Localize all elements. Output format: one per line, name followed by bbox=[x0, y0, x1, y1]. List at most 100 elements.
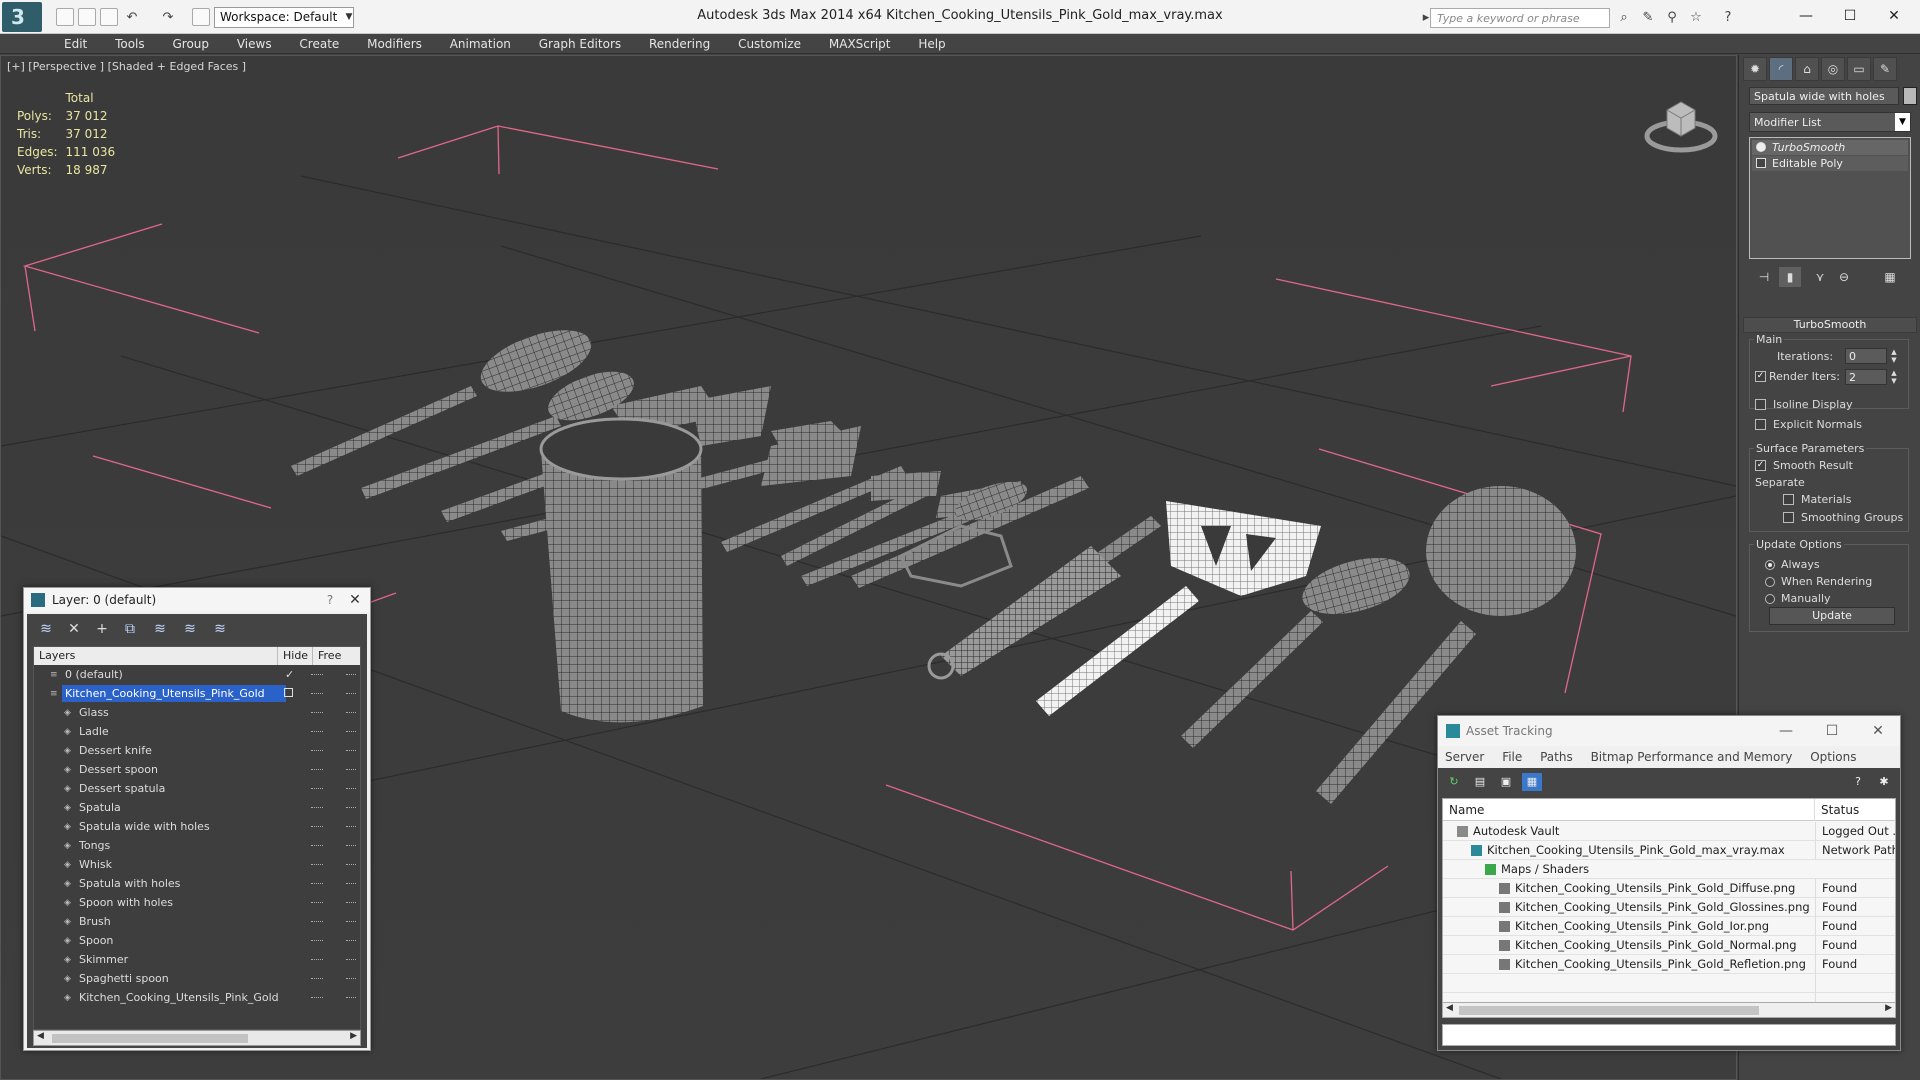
menu-tools[interactable]: Tools bbox=[103, 34, 157, 54]
layer-row[interactable]: ◈ Dessert spoon bbox=[34, 760, 360, 779]
add-to-layer-icon[interactable]: + bbox=[91, 619, 113, 639]
workspace-dropdown[interactable]: Workspace: Default bbox=[214, 7, 354, 28]
explicit-normals-checkbox[interactable] bbox=[1755, 419, 1766, 430]
hide-toggle[interactable] bbox=[311, 769, 323, 770]
save-file-icon[interactable] bbox=[100, 8, 118, 26]
layer-row-name[interactable]: Spatula wide with holes bbox=[76, 818, 213, 835]
when-rendering-radio[interactable] bbox=[1765, 577, 1775, 587]
asset-row[interactable]: Autodesk Vault Logged Out ... bbox=[1443, 822, 1895, 841]
select-in-layer-icon[interactable]: ⧉ bbox=[119, 619, 141, 639]
iterations-spinner[interactable]: 0 bbox=[1845, 348, 1887, 364]
hide-toggle[interactable] bbox=[311, 826, 323, 827]
layer-row-name[interactable]: Dessert spatula bbox=[76, 780, 168, 797]
hide-toggle[interactable] bbox=[311, 788, 323, 789]
pin-stack-icon[interactable]: ⊣ bbox=[1753, 267, 1775, 287]
close-icon[interactable]: ✕ bbox=[1874, 4, 1914, 28]
layer-row-name[interactable]: Kitchen_Cooking_Utensils_Pink_Gold bbox=[62, 685, 286, 702]
chevron-down-icon[interactable]: ▼ bbox=[1895, 113, 1910, 131]
hide-toggle[interactable] bbox=[311, 997, 323, 998]
communication-center-icon[interactable]: ✎ bbox=[1640, 10, 1656, 26]
motion-tab-icon[interactable]: ◎ bbox=[1821, 57, 1845, 81]
freeze-toggle[interactable] bbox=[346, 769, 356, 770]
always-radio[interactable] bbox=[1765, 560, 1775, 570]
smoothing-groups-checkbox[interactable] bbox=[1783, 512, 1794, 523]
search-input[interactable]: Type a keyword or phrase bbox=[1430, 8, 1610, 28]
asset-path-field[interactable] bbox=[1442, 1024, 1896, 1046]
menu-animation[interactable]: Animation bbox=[438, 34, 523, 54]
stack-item-editable-poly[interactable]: Editable Poly bbox=[1752, 156, 1908, 171]
menu-rendering[interactable]: Rendering bbox=[637, 34, 722, 54]
menu-group[interactable]: Group bbox=[160, 34, 221, 54]
layer-row-name[interactable]: Spatula bbox=[76, 799, 124, 816]
scroll-right-icon[interactable]: ▶ bbox=[1885, 1003, 1892, 1013]
layer-row-name[interactable]: Dessert spoon bbox=[76, 761, 161, 778]
freeze-toggle[interactable] bbox=[346, 997, 356, 998]
menu-graph-editors[interactable]: Graph Editors bbox=[527, 34, 633, 54]
layer-row[interactable]: ≡ 0 (default) ✓ bbox=[34, 665, 360, 684]
hide-toggle[interactable] bbox=[311, 807, 323, 808]
thumbnail-view-icon[interactable]: ▣ bbox=[1496, 773, 1516, 791]
menu-paths[interactable]: Paths bbox=[1533, 746, 1580, 768]
hierarchy-tab-icon[interactable]: ⌂ bbox=[1795, 57, 1819, 81]
menu-server[interactable]: Server bbox=[1438, 746, 1491, 768]
maximize-icon[interactable]: ☐ bbox=[1810, 716, 1854, 746]
hide-toggle[interactable] bbox=[311, 731, 323, 732]
layer-row[interactable]: ◈ Dessert knife bbox=[34, 741, 360, 760]
show-end-result-icon[interactable]: ▮ bbox=[1779, 267, 1801, 287]
freeze-toggle[interactable] bbox=[346, 807, 356, 808]
highlight-selected-icon[interactable]: ≋ bbox=[149, 619, 171, 639]
layer-row-name[interactable]: Spaghetti spoon bbox=[76, 970, 172, 987]
modifier-list-dropdown[interactable]: Modifier List bbox=[1749, 112, 1911, 132]
menu-help[interactable]: Help bbox=[906, 34, 957, 54]
object-color-swatch[interactable] bbox=[1903, 87, 1917, 105]
layer-row[interactable]: ◈ Spatula wide with holes bbox=[34, 817, 360, 836]
freeze-toggle[interactable] bbox=[346, 693, 356, 694]
hide-toggle[interactable] bbox=[311, 864, 323, 865]
freeze-toggle[interactable] bbox=[346, 731, 356, 732]
column-header-layers[interactable]: Layers bbox=[34, 647, 278, 665]
freeze-toggle[interactable] bbox=[346, 750, 356, 751]
help-button[interactable]: ? bbox=[322, 588, 338, 612]
column-header-name[interactable]: Name bbox=[1443, 799, 1815, 821]
hide-toggle[interactable] bbox=[311, 902, 323, 903]
close-icon[interactable]: ✕ bbox=[344, 588, 366, 612]
layer-window-title-bar[interactable]: Layer: 0 (default) bbox=[24, 588, 370, 612]
hide-all-layers-icon[interactable]: ≋ bbox=[179, 619, 201, 639]
app-logo-icon[interactable]: 3 bbox=[2, 2, 42, 32]
binoculars-icon[interactable]: ⌕ bbox=[1616, 10, 1632, 26]
layer-row-name[interactable]: Spoon with holes bbox=[76, 894, 176, 911]
minimize-icon[interactable]: — bbox=[1764, 716, 1808, 746]
horizontal-scrollbar[interactable]: ◀ ▶ bbox=[33, 1030, 361, 1046]
layer-row-name[interactable]: Spatula with holes bbox=[76, 875, 183, 892]
menu-edit[interactable]: Edit bbox=[52, 34, 99, 54]
materials-checkbox[interactable] bbox=[1783, 494, 1794, 505]
freeze-toggle[interactable] bbox=[346, 674, 356, 675]
update-button[interactable]: Update bbox=[1769, 607, 1895, 625]
expand-plus-icon[interactable] bbox=[1756, 158, 1766, 168]
column-header-hide[interactable]: Hide bbox=[278, 647, 313, 665]
current-layer-check-icon[interactable]: ✓ bbox=[285, 665, 294, 684]
create-layer-icon[interactable]: ≋ bbox=[35, 619, 57, 639]
layer-row[interactable]: ◈ Glass bbox=[34, 703, 360, 722]
menu-views[interactable]: Views bbox=[225, 34, 284, 54]
column-header-status[interactable]: Status bbox=[1815, 799, 1895, 821]
asset-row[interactable]: Kitchen_Cooking_Utensils_Pink_Gold_Diffu… bbox=[1443, 879, 1895, 898]
layer-row[interactable]: ◈ Kitchen_Cooking_Utensils_Pink_Gold bbox=[34, 988, 360, 1007]
hide-toggle[interactable] bbox=[311, 883, 323, 884]
menu-options[interactable]: Options bbox=[1803, 746, 1863, 768]
modifier-stack[interactable]: TurboSmooth Editable Poly bbox=[1749, 137, 1911, 259]
layer-row[interactable]: ◈ Ladle bbox=[34, 722, 360, 741]
maximize-icon[interactable]: ☐ bbox=[1830, 4, 1870, 28]
display-tab-icon[interactable]: ▭ bbox=[1847, 57, 1871, 81]
asset-row[interactable]: Kitchen_Cooking_Utensils_Pink_Gold_Refle… bbox=[1443, 955, 1895, 974]
layer-row[interactable]: ◈ Tongs bbox=[34, 836, 360, 855]
menu-create[interactable]: Create bbox=[287, 34, 351, 54]
menu-customize[interactable]: Customize bbox=[726, 34, 813, 54]
layer-row-name[interactable]: Spoon bbox=[76, 932, 116, 949]
make-unique-icon[interactable]: ⋎ bbox=[1809, 267, 1831, 287]
list-view-icon[interactable]: ▤ bbox=[1470, 773, 1490, 791]
minimize-icon[interactable]: — bbox=[1786, 4, 1826, 28]
layer-row-name[interactable]: Whisk bbox=[76, 856, 115, 873]
column-header-freeze[interactable]: Free bbox=[313, 647, 360, 665]
layer-row-name[interactable]: Kitchen_Cooking_Utensils_Pink_Gold bbox=[76, 989, 282, 1006]
